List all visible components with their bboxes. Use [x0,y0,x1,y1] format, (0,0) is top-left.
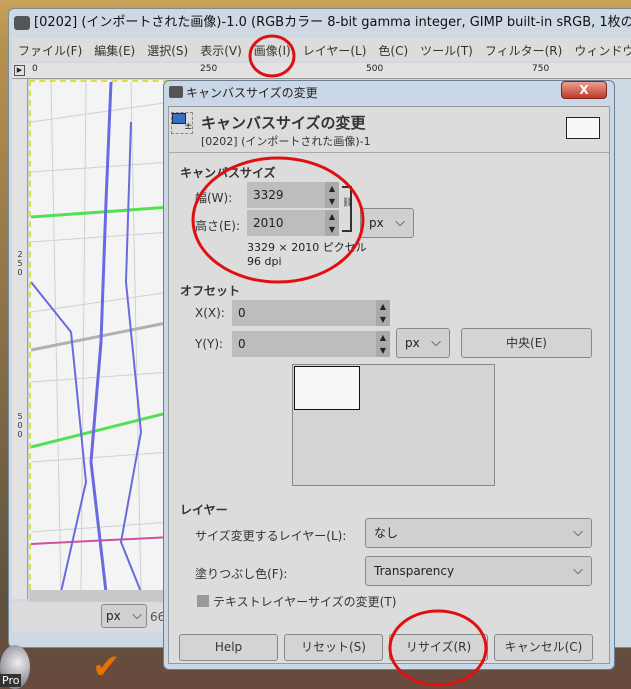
menu-layer[interactable]: レイヤー(L) [297,42,373,59]
checkmark-app-icon[interactable]: ✔ [92,648,134,686]
vertical-ruler: 2 5 0 5 0 0 [12,79,28,599]
width-value: 3329 [253,188,284,202]
ruler-tick: 750 [532,64,550,74]
dialog-subheading: [0202] (インポートされた画像)-1 [201,135,371,148]
height-input[interactable]: 2010 ▲ ▼ [247,210,339,236]
offset-y-input[interactable]: 0 ▲ ▼ [232,331,390,357]
help-button[interactable]: Help [179,634,278,661]
reset-button[interactable]: リセット(S) [284,634,383,661]
fill-select[interactable]: Transparency ⌵ [365,556,592,586]
gimp-icon [169,86,183,98]
height-value: 2010 [253,216,284,230]
offset-x-label: X(X): [195,306,225,320]
spin-arrows-icon[interactable]: ▲ ▼ [325,182,339,208]
close-button[interactable]: X [561,81,607,99]
offset-x-input[interactable]: 0 ▲ ▼ [232,300,390,326]
offset-section-title: オフセット [180,284,241,298]
window-title: [0202] (インポートされた画像)-1.0 (RGBカラー 8-bit ga… [34,15,631,30]
menu-tools[interactable]: ツール(T) [414,42,479,59]
chevron-down-icon: ⌵ [431,335,441,350]
fill-value: Transparency [374,564,455,578]
ruler-tick: 0 [32,64,38,74]
spin-arrows-icon[interactable]: ▲ ▼ [376,300,390,326]
menu-windows[interactable]: ウィンドウ [568,42,631,59]
ruler-tick: 250 [200,64,218,74]
menu-filters[interactable]: フィルター(R) [479,42,568,59]
menu-color[interactable]: 色(C) [372,42,414,59]
unit-value: px [106,609,121,623]
menu-arrow-icon[interactable]: ▶ [14,65,25,76]
dpi-info: 96 dpi [247,255,282,268]
menu-file[interactable]: ファイル(F) [12,42,88,59]
menu-bar: ファイル(F) 編集(E) 選択(S) 表示(V) 画像(I) レイヤー(L) … [12,38,631,62]
preview-image[interactable] [294,366,360,410]
layers-section-title: レイヤー [180,503,228,517]
chevron-down-icon: ⌵ [395,215,405,230]
chevron-down-icon: ⌵ [573,563,583,578]
center-button[interactable]: 中央(E) [461,328,592,358]
unit-value: px [369,216,384,230]
canvas-size-icon: ± [171,112,193,134]
menu-edit[interactable]: 編集(E) [88,42,141,59]
canvas-unit-select[interactable]: px ⌵ [360,208,414,238]
text-resize-label[interactable]: テキストレイヤーサイズの変更(T) [213,593,396,610]
resize-button[interactable]: リサイズ(R) [389,634,488,661]
offset-unit-select[interactable]: px ⌵ [396,328,450,358]
resize-layers-select[interactable]: なし ⌵ [365,518,592,548]
vruler-tick: 5 0 0 [17,412,23,439]
spin-arrows-icon[interactable]: ▲ ▼ [325,210,339,236]
menu-view[interactable]: 表示(V) [194,42,248,59]
vruler-tick: 2 5 0 [17,250,23,277]
canvas-size-section-title: キャンバスサイズ [180,166,276,180]
image-thumbnail [566,117,600,139]
chevron-down-icon: ⌵ [132,608,142,623]
status-bar [12,602,172,632]
offset-y-value: 0 [238,337,246,351]
map-image [31,82,169,590]
chevron-down-icon: ⌵ [573,525,583,540]
spin-arrows-icon[interactable]: ▲ ▼ [376,331,390,357]
unit-value: px [405,336,420,350]
ruler-tick: 500 [366,64,384,74]
menu-image[interactable]: 画像(I) [248,42,297,59]
offset-x-value: 0 [238,306,246,320]
cancel-button[interactable]: キャンセル(C) [494,634,593,661]
horizontal-ruler: ▶ 0 250 500 750 [12,63,631,79]
fill-label: 塗りつぶし色(F): [195,567,288,581]
width-label: 幅(W): [195,191,233,205]
size-info: 3329 × 2010 ピクセル [247,241,367,254]
width-input[interactable]: 3329 ▲ ▼ [247,182,339,208]
dialog-heading: キャンバスサイズの変更 [201,114,366,132]
menu-select[interactable]: 選択(S) [141,42,194,59]
resize-layers-label: サイズ変更するレイヤー(L): [195,529,347,543]
chain-link-icon[interactable]: ⛓ [342,186,353,232]
dialog-title: キャンバスサイズの変更 [186,86,318,100]
horizontal-scrollbar[interactable] [29,590,169,602]
offset-preview[interactable] [292,364,495,486]
height-label: 高さ(E): [195,219,240,233]
resize-layers-value: なし [374,526,399,540]
text-resize-checkbox[interactable] [197,595,209,607]
unit-select[interactable]: px ⌵ [101,604,147,628]
pro-label: Pro [0,674,22,687]
image-canvas[interactable] [29,80,169,590]
offset-y-label: Y(Y): [195,337,224,351]
